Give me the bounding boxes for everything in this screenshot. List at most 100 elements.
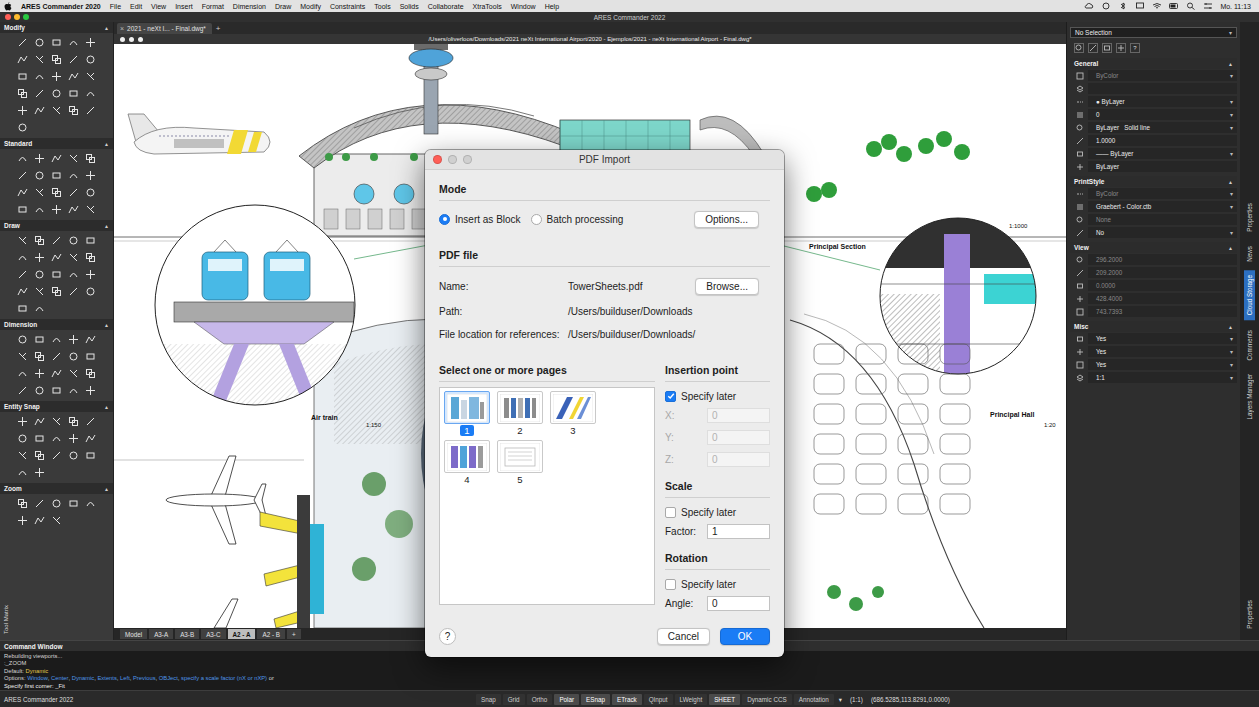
status-toggle[interactable]: Ortho	[527, 694, 553, 705]
tool-button[interactable]	[65, 348, 82, 365]
bluetooth-icon[interactable]	[1118, 2, 1128, 10]
tool-button[interactable]	[65, 413, 82, 430]
close-window-button[interactable]	[5, 14, 11, 20]
tool-button[interactable]	[65, 85, 82, 102]
tool-button[interactable]	[48, 447, 65, 464]
tool-button[interactable]	[31, 447, 48, 464]
tool-button[interactable]	[82, 150, 99, 167]
tool-button[interactable]	[31, 232, 48, 249]
tool-button[interactable]	[31, 68, 48, 85]
drawing-maximize-button[interactable]	[138, 37, 143, 42]
tool-button[interactable]	[65, 283, 82, 300]
tool-button[interactable]	[82, 167, 99, 184]
property-value[interactable]: Yes▾	[1088, 333, 1237, 344]
menu-item[interactable]: Dimension	[233, 3, 266, 10]
minimize-window-button[interactable]	[14, 14, 20, 20]
tool-button[interactable]	[14, 382, 31, 399]
tool-button[interactable]	[31, 201, 48, 218]
tool-button[interactable]	[65, 201, 82, 218]
tool-button[interactable]	[31, 184, 48, 201]
tool-button[interactable]	[31, 102, 48, 119]
collapse-arrow[interactable]: ▲	[104, 223, 109, 229]
tool-button[interactable]	[65, 365, 82, 382]
properties-tool-button[interactable]	[1102, 43, 1112, 53]
tool-button[interactable]	[82, 382, 99, 399]
menu-item[interactable]: Constraints	[330, 3, 365, 10]
apple-logo-icon[interactable]	[4, 2, 12, 11]
tool-button[interactable]	[48, 201, 65, 218]
tool-button[interactable]	[14, 119, 31, 136]
tool-section-header[interactable]: Zoom▲	[0, 483, 113, 494]
tool-section-header[interactable]: Dimension▲	[0, 319, 113, 330]
side-tab[interactable]: Cloud Storage	[1244, 270, 1255, 320]
tab-close-button[interactable]: ×	[120, 25, 124, 32]
tool-button[interactable]	[82, 283, 99, 300]
collapse-arrow[interactable]: ▲	[104, 25, 109, 31]
tool-button[interactable]	[14, 34, 31, 51]
side-tab[interactable]: Properties	[1244, 198, 1255, 237]
properties-section-header[interactable]: General▲	[1070, 58, 1237, 69]
tool-button[interactable]	[82, 34, 99, 51]
tool-button[interactable]	[31, 382, 48, 399]
tool-button[interactable]	[48, 495, 65, 512]
tool-button[interactable]	[65, 331, 82, 348]
tool-button[interactable]	[65, 495, 82, 512]
tool-button[interactable]	[48, 150, 65, 167]
status-toggle[interactable]: Grid	[503, 694, 525, 705]
tool-button[interactable]	[82, 365, 99, 382]
side-tab[interactable]: Properties	[1244, 595, 1255, 634]
tool-button[interactable]	[82, 348, 99, 365]
tool-button[interactable]	[48, 331, 65, 348]
tool-button[interactable]	[65, 167, 82, 184]
properties-section-header[interactable]: View▲	[1070, 242, 1237, 253]
radio-button[interactable]	[439, 214, 450, 225]
tool-button[interactable]	[65, 102, 82, 119]
tool-button[interactable]	[65, 430, 82, 447]
property-value[interactable]: 1.0000	[1088, 135, 1237, 146]
status-toggle[interactable]: SHEET	[709, 694, 740, 705]
collapse-arrow[interactable]: ▲	[1228, 324, 1233, 330]
tool-button[interactable]	[48, 266, 65, 283]
layout-tab[interactable]: Model	[120, 629, 147, 639]
status-toggle[interactable]: ETrack	[612, 694, 642, 705]
collapse-arrow[interactable]: ▲	[104, 322, 109, 328]
properties-tool-button[interactable]	[1074, 43, 1084, 53]
tool-button[interactable]	[31, 365, 48, 382]
tool-section-header[interactable]: Standard▲	[0, 138, 113, 149]
tool-button[interactable]	[14, 102, 31, 119]
zoom-window-button[interactable]	[23, 14, 29, 20]
ok-button[interactable]: OK	[720, 628, 770, 645]
status-toggle[interactable]: LWeight	[675, 694, 708, 705]
tool-button[interactable]	[65, 150, 82, 167]
property-value[interactable]: Graebert - Color.ctb▾	[1088, 201, 1237, 212]
page-thumbnail[interactable]	[497, 440, 543, 473]
tool-button[interactable]	[65, 68, 82, 85]
tool-button[interactable]	[14, 232, 31, 249]
tool-button[interactable]	[14, 365, 31, 382]
status-toggle[interactable]: Snap	[476, 694, 501, 705]
tool-button[interactable]	[14, 300, 31, 317]
menu-item[interactable]: File	[110, 3, 121, 10]
tool-button[interactable]	[48, 85, 65, 102]
tool-button[interactable]	[82, 495, 99, 512]
tool-button[interactable]	[82, 68, 99, 85]
checkbox[interactable]	[665, 391, 676, 402]
browse-button[interactable]: Browse...	[695, 278, 759, 295]
menu-item[interactable]: Insert	[175, 3, 193, 10]
tool-button[interactable]	[65, 382, 82, 399]
tool-button[interactable]	[31, 34, 48, 51]
tool-button[interactable]	[48, 232, 65, 249]
status-toggle[interactable]: ESnap	[581, 694, 610, 705]
tool-button[interactable]	[14, 447, 31, 464]
page-thumbnail[interactable]	[444, 391, 490, 424]
tool-button[interactable]	[82, 430, 99, 447]
tool-button[interactable]	[14, 283, 31, 300]
battery-icon[interactable]	[1169, 2, 1179, 10]
annotation-dropdown[interactable]: Annotation	[794, 694, 834, 705]
tool-button[interactable]	[14, 464, 31, 481]
tool-button[interactable]	[82, 184, 99, 201]
tool-section-header[interactable]: Draw▲	[0, 220, 113, 231]
page-item[interactable]: 4	[444, 440, 490, 486]
specify-later-checkbox[interactable]: Specify later	[665, 576, 770, 592]
tool-button[interactable]	[65, 249, 82, 266]
